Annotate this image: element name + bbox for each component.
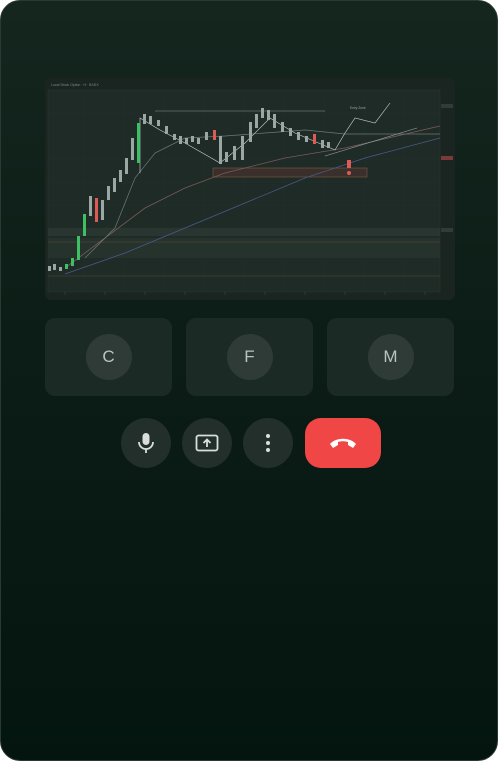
video-call-window: Local Stock Option · H · BXDX Entry Zone… bbox=[0, 0, 498, 761]
stock-chart-thumbnail: Local Stock Option · H · BXDX Entry Zone bbox=[45, 78, 455, 300]
participant-tile-m[interactable]: M bbox=[327, 318, 454, 396]
avatar: C bbox=[85, 334, 132, 380]
microphone-icon bbox=[138, 433, 154, 453]
avatar: M bbox=[367, 334, 414, 380]
chart-annotation: Entry Zone bbox=[350, 106, 366, 110]
chart-header-text: Local Stock Option · H · BXDX bbox=[51, 83, 99, 87]
participant-tile-f[interactable]: F bbox=[186, 318, 313, 396]
present-screen-button[interactable] bbox=[182, 418, 232, 468]
mute-button[interactable] bbox=[121, 418, 171, 468]
end-call-button[interactable] bbox=[305, 418, 381, 468]
more-vert-icon bbox=[266, 434, 270, 452]
more-options-button[interactable] bbox=[243, 418, 293, 468]
avatar: F bbox=[226, 334, 273, 380]
shared-screen: Local Stock Option · H · BXDX Entry Zone bbox=[45, 78, 455, 300]
call-end-icon bbox=[330, 438, 356, 448]
participant-tiles: C F M bbox=[45, 318, 455, 396]
present-screen-icon bbox=[195, 434, 219, 452]
participant-tile-c[interactable]: C bbox=[45, 318, 172, 396]
